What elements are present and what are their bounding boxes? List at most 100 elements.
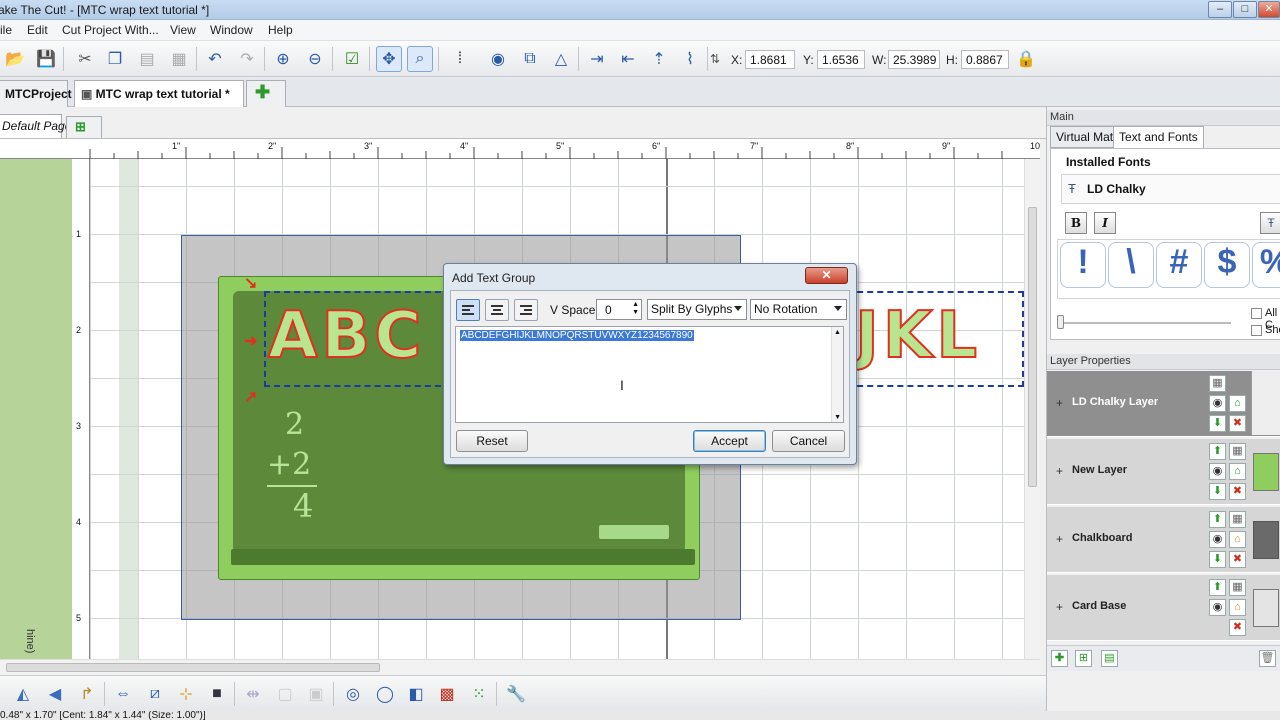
lock-icon[interactable]: 🔒 [1013,46,1039,72]
undo-icon[interactable]: ↶ [202,46,228,72]
grid-icon[interactable]: ▦ [1229,511,1246,528]
scroll-down-icon[interactable]: ▼ [834,414,841,421]
zoom-in-icon[interactable]: ⊕ [270,46,296,72]
duplicate-layer-icon[interactable]: ⊞ [1075,650,1092,667]
grid-icon[interactable]: ▦ [1229,443,1246,460]
page-tab-default[interactable]: Default Page [0,114,71,138]
rectangle-icon[interactable]: ◧ [403,681,429,707]
resize-handle-icon[interactable]: ↗ [244,387,257,407]
vertical-scrollbar[interactable] [1024,159,1040,659]
tab-mtc-wrap-text[interactable]: ▣ MTC wrap text tutorial * [74,80,244,107]
flip-horizontal-icon[interactable]: ◭ [10,681,36,707]
shape-icon[interactable]: △ [548,46,574,72]
layer-chalkboard[interactable]: + Chalkboard ⬆ ▦ ◉ ⌂ ⬇ ✖ [1047,507,1280,573]
menu-window[interactable]: Window [210,23,253,37]
tab-text-and-fonts[interactable]: Text and Fonts [1113,126,1204,148]
maximize-button[interactable]: □ [1233,1,1257,18]
glyph-cell[interactable]: $ [1204,242,1250,288]
menu-edit[interactable]: Edit [27,23,48,37]
unlock-icon[interactable]: ⌂ [1229,395,1246,412]
align-right-button[interactable] [514,299,538,321]
tab-mtcproject1[interactable]: MTCProject 1 [0,80,82,107]
split-mode-select[interactable]: Split By Glyphs [647,299,747,320]
h-input[interactable]: 0.8867 [961,50,1009,69]
move-down-icon[interactable]: ⬇ [1209,483,1226,500]
move-up-icon[interactable]: ⬆ [1209,443,1226,460]
zoom-out-icon[interactable]: ⊖ [302,46,328,72]
shadow-icon[interactable]: ◎ [340,681,366,707]
grid-pattern-icon[interactable]: ⁙ [466,681,492,707]
accept-button[interactable]: Accept [693,430,766,452]
unlock-icon[interactable]: ⌂ [1229,463,1246,480]
trace-icon[interactable]: ⇡ [646,46,672,72]
import-icon[interactable]: ⇥ [584,46,610,72]
layer-card-base[interactable]: + Card Base ⬆ ▦ ◉ ⌂ ✖ [1047,575,1280,641]
rotate-icon[interactable]: ↱ [74,681,100,707]
redo-icon[interactable]: ↷ [234,46,260,72]
menu-view[interactable]: View [170,23,196,37]
rotation-select[interactable]: No Rotation [750,299,847,320]
text-tool-icon[interactable]: Ŧ [1260,212,1280,234]
glyph-size-slider[interactable] [1061,322,1231,324]
align-icon[interactable]: ⇔ [110,681,136,707]
resize-handle-icon[interactable]: ➜ [244,331,257,351]
skew-icon[interactable]: ⧄ [142,681,168,707]
move-up-icon[interactable]: ⬆ [1209,511,1226,528]
show-all-checkbox[interactable] [1251,308,1262,319]
add-tab-icon[interactable]: ✚ [246,80,286,107]
textarea-scrollbar[interactable]: ▲ [831,327,843,422]
italic-button[interactable]: I [1094,212,1116,234]
y-input[interactable]: 1.6536 [817,50,865,69]
expand-icon[interactable]: + [1056,600,1063,614]
lock-icon[interactable]: ⌂ [1229,531,1246,548]
flip-vertical-icon[interactable]: ◀ [42,681,68,707]
expand-icon[interactable]: + [1056,396,1063,410]
qr-icon[interactable]: ◉ [485,46,511,72]
paste-in-place-icon[interactable]: ▦ [166,46,192,72]
group-icon[interactable]: ⇹ [240,681,266,707]
grid-icon[interactable]: ▦ [1209,375,1226,392]
delete-icon[interactable]: ✖ [1229,415,1246,432]
lock-icon[interactable]: ⌂ [1229,599,1246,616]
wrench-icon[interactable]: 🔧 [503,681,529,707]
cancel-button[interactable]: Cancel [772,430,845,452]
w-input[interactable]: 25.3989 [888,50,940,69]
align-center-button[interactable] [485,299,509,321]
glyph-cell[interactable]: \ [1108,242,1154,288]
x-input[interactable]: 1.8681 [745,50,795,69]
expand-icon[interactable]: + [1056,532,1063,546]
layer-new-layer[interactable]: + New Layer ⬆ ▦ ◉ ⌂ ⬇ ✖ [1047,439,1280,505]
speech-bubble-icon[interactable]: ◯ [372,681,398,707]
glyph-cell[interactable]: ! [1060,242,1106,288]
layer-ld-chalky[interactable]: + LD Chalky Layer ▦ ◉ ⌂ ⬇ ✖ [1047,371,1280,437]
move-down-icon[interactable]: ⬇ [1209,551,1226,568]
export-icon[interactable]: ⇤ [615,46,641,72]
trash-icon[interactable]: 🗑 [1259,650,1276,667]
eye-icon[interactable]: ◉ [1209,395,1226,412]
fill-icon[interactable]: ■ [204,681,230,707]
link-icon[interactable]: ⇅ [706,46,724,72]
text-input-area[interactable]: ABCDEFGHIJKLMNOPQRSTUVWXYZ1234567890 Ι ▲… [455,326,844,423]
pattern-icon[interactable]: ▩ [434,681,460,707]
minimize-button[interactable]: – [1208,1,1232,18]
move-down-icon[interactable]: ⬇ [1209,415,1226,432]
select-tool-icon[interactable]: ✥ [376,46,402,72]
add-layer-icon[interactable]: ✚ [1051,650,1068,667]
combine-icon[interactable]: ▣ [303,681,329,707]
move-up-icon[interactable]: ⬆ [1209,579,1226,596]
node-tool-icon[interactable]: ⌕ [407,46,433,72]
paste-icon[interactable]: ▤ [134,46,160,72]
menu-help[interactable]: Help [268,23,293,37]
cut-icon[interactable]: ✂ [72,46,98,72]
delete-icon[interactable]: ✖ [1229,619,1246,636]
horizontal-scroll-thumb[interactable] [6,663,380,672]
eye-icon[interactable]: ◉ [1209,599,1226,616]
spinner-icon[interactable]: ▲ ▼ [632,301,639,317]
eye-icon[interactable]: ◉ [1209,463,1226,480]
horizontal-scrollbar[interactable] [0,659,1040,675]
delete-icon[interactable]: ✖ [1229,483,1246,500]
bold-button[interactable]: B [1065,212,1087,234]
check-icon[interactable]: ☑ [339,46,365,72]
menu-cut-project[interactable]: Cut Project With... [62,23,159,37]
add-page-icon[interactable]: ⊞ [66,116,102,138]
